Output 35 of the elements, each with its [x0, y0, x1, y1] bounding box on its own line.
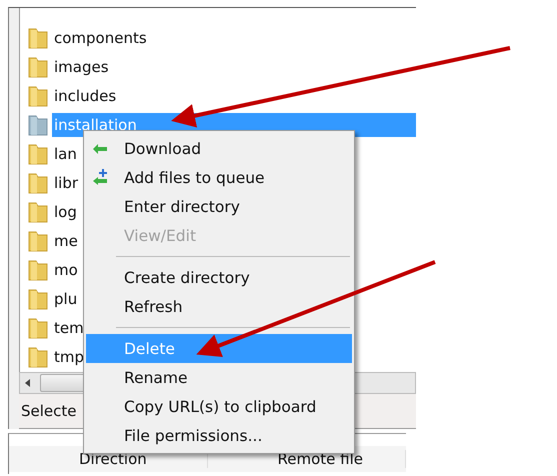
folder-name[interactable]: lan — [52, 142, 79, 166]
folder-name[interactable]: log — [52, 200, 79, 224]
status-text: Selecte — [21, 402, 77, 420]
folder-icon — [28, 200, 48, 222]
folder-icon — [28, 84, 48, 106]
menu-item[interactable]: Refresh — [86, 292, 352, 321]
menu-item[interactable]: Create directory — [86, 263, 352, 292]
menu-item[interactable]: Copy URL(s) to clipboard — [86, 392, 352, 421]
folder-name[interactable]: plu — [52, 286, 80, 310]
arrow-icon — [92, 142, 108, 154]
folder-name[interactable]: images — [52, 54, 111, 78]
menu-item[interactable]: Enter directory — [86, 192, 352, 221]
folder-icon — [28, 346, 48, 368]
folder-name[interactable]: tem — [52, 316, 86, 340]
folder-name[interactable]: me — [52, 228, 80, 252]
folder-icon — [28, 26, 48, 48]
menu-item[interactable]: Add files to queue — [86, 163, 352, 192]
folder-name[interactable]: mo — [52, 258, 80, 282]
folder-name[interactable]: tmp — [52, 344, 86, 368]
folder-icon — [28, 114, 48, 136]
scroll-left-icon[interactable] — [24, 378, 32, 388]
menu-item[interactable]: Download — [86, 134, 352, 163]
add-to-queue-icon — [92, 168, 108, 186]
folder-icon — [28, 142, 48, 164]
folder-icon — [28, 230, 48, 252]
folder-icon — [28, 316, 48, 338]
folder-name[interactable]: libr — [52, 170, 80, 194]
folder-name[interactable]: includes — [52, 84, 118, 108]
folder-name[interactable]: components — [52, 26, 149, 50]
menu-item[interactable]: File permissions... — [86, 421, 352, 450]
folder-icon — [28, 258, 48, 280]
menu-item[interactable]: Rename — [86, 363, 352, 392]
folder-icon — [28, 172, 48, 194]
folder-icon — [28, 56, 48, 78]
folder-icon — [28, 288, 48, 310]
